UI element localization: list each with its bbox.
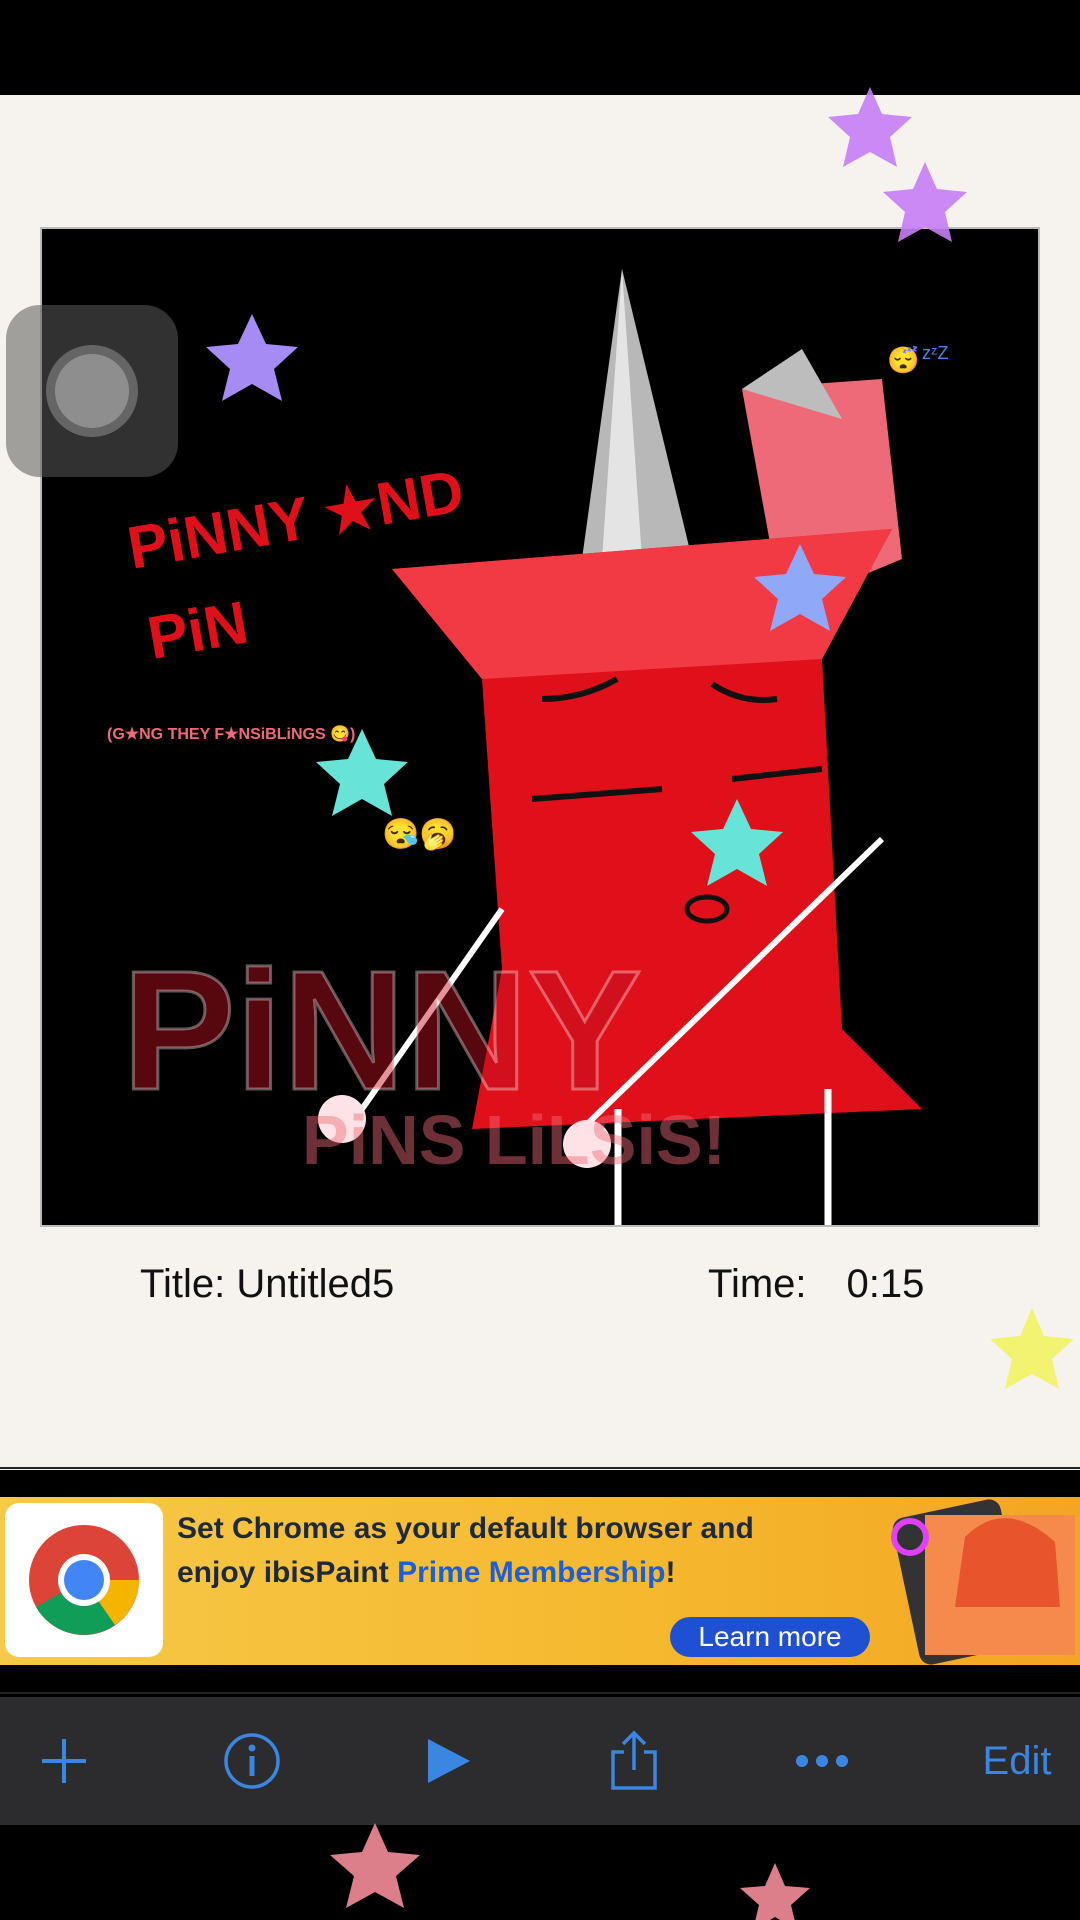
divider — [0, 1692, 1080, 1694]
ad-text: Set Chrome as your default browser and e… — [177, 1507, 857, 1595]
plus-icon — [42, 1739, 86, 1783]
info-icon — [224, 1733, 280, 1789]
artwork-emoji-sleep: 😴 — [887, 345, 919, 375]
assistive-touch-icon — [55, 354, 129, 428]
play-icon — [428, 1739, 470, 1783]
time-value: 0:15 — [846, 1262, 925, 1306]
share-button[interactable] — [598, 1697, 670, 1825]
artwork-illustration: PiNNY ★ND PiN (G★NG THEY F★NSiBLiNGS 😋) … — [42, 229, 1038, 1225]
edit-button[interactable]: Edit — [962, 1697, 1072, 1825]
artwork-thumbnail[interactable]: PiNNY ★ND PiN (G★NG THEY F★NSiBLiNGS 😋) … — [40, 227, 1040, 1227]
share-icon — [611, 1730, 657, 1790]
more-icon — [796, 1755, 848, 1767]
star-sparkle-overlay — [740, 1863, 810, 1920]
title-label: Title: — [140, 1262, 226, 1306]
star-sparkle-overlay — [990, 1308, 1074, 1389]
assistive-touch-button[interactable] — [6, 305, 178, 477]
artwork-caption: (G★NG THEY F★NSiBLiNGS 😋) — [107, 725, 355, 743]
watermark-logo: PiNNY — [122, 936, 642, 1126]
star-sparkle-overlay — [330, 1823, 420, 1908]
ad-banner[interactable]: Set Chrome as your default browser and e… — [0, 1497, 1080, 1665]
watermark-subtitle: PiNS LiLSiS! — [302, 1101, 726, 1179]
status-bar — [0, 0, 1080, 95]
learn-more-button[interactable]: Learn more — [670, 1617, 870, 1657]
title-value: Untitled5 — [236, 1262, 395, 1306]
time-label: Time: — [708, 1262, 807, 1306]
ad-line-1: Set Chrome as your default browser and — [177, 1512, 754, 1545]
more-button[interactable] — [786, 1697, 858, 1825]
play-button[interactable] — [412, 1697, 484, 1825]
bottom-toolbar: Edit — [0, 1697, 1080, 1825]
home-indicator-area — [0, 1825, 1080, 1920]
add-button[interactable] — [28, 1697, 100, 1825]
info-button[interactable] — [216, 1697, 288, 1825]
artwork-time: Time: 0:15 — [708, 1262, 924, 1307]
ad-illustration — [885, 1497, 1080, 1665]
chrome-logo-icon — [5, 1503, 163, 1657]
artwork-title: Title: Untitled5 — [140, 1262, 394, 1307]
artwork-emoji-faces: 😪🥱 — [382, 817, 457, 852]
ad-line-2: enjoy ibisPaint Prime Membership! — [177, 1556, 676, 1589]
artwork-emoji-zzz: zᶻZ — [922, 343, 948, 363]
star-sparkle-overlay — [828, 87, 967, 242]
divider — [0, 1467, 1080, 1469]
